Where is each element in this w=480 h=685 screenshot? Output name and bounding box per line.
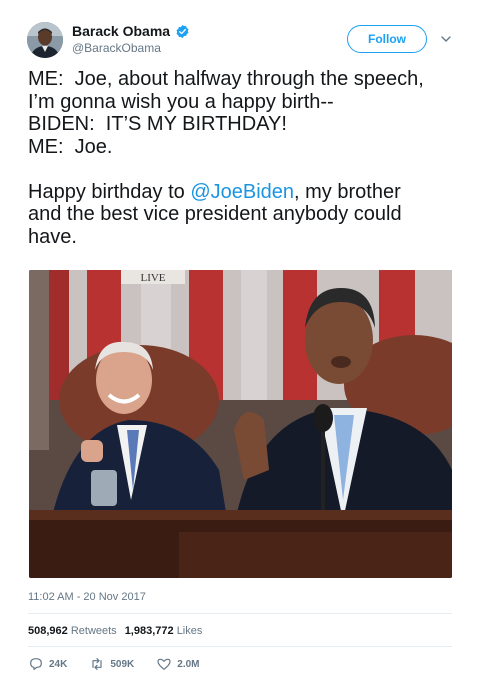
- likes-count: 1,983,772: [124, 625, 174, 637]
- tweet-media-image[interactable]: LIVE: [29, 270, 452, 578]
- tweet-line: and the best vice president anybody coul…: [28, 203, 402, 225]
- divider: [28, 613, 452, 614]
- author-name[interactable]: Barack Obama: [72, 23, 170, 39]
- tweet-line: ME: Joe.: [28, 135, 113, 158]
- tweet-timestamp[interactable]: 11:02 AM - 20 Nov 2017: [28, 591, 146, 603]
- retweet-count: 509K: [110, 658, 135, 670]
- author-name-row: Barack Obama: [72, 23, 190, 39]
- chevron-down-icon[interactable]: [440, 33, 452, 45]
- author-handle[interactable]: @BarackObama: [72, 41, 161, 55]
- heart-icon: [157, 658, 171, 670]
- tweet-line: ME: Joe, about halfway through the speec…: [28, 68, 424, 90]
- reply-button[interactable]: 24K: [28, 656, 67, 672]
- tweet-line: I’m gonna wish you a happy birth--: [28, 90, 334, 113]
- tweet-line: BIDEN: IT’S MY BIRTHDAY!: [28, 113, 287, 135]
- retweet-icon: [92, 658, 102, 670]
- likes-stat[interactable]: 1,983,772 Likes: [125, 625, 203, 637]
- media-photo: LIVE: [29, 270, 452, 578]
- tweet-line: have.: [28, 225, 77, 248]
- divider: [28, 646, 452, 647]
- live-sign-text: LIVE: [140, 272, 165, 284]
- tweet-text: ME: Joe, about halfway through the speec…: [28, 68, 458, 248]
- tweet-line-prefix: Happy birthday to: [28, 180, 191, 203]
- reply-count: 24K: [49, 658, 68, 670]
- retweet-button[interactable]: 509K: [89, 656, 134, 672]
- retweets-label: Retweets: [70, 625, 117, 637]
- avatar-image: [27, 22, 63, 58]
- tweet-stats: 508,962 Retweets 1,983,772 Likes: [28, 625, 202, 637]
- avatar[interactable]: [27, 22, 63, 58]
- like-count: 2.0M: [177, 658, 200, 670]
- retweets-stat[interactable]: 508,962 Retweets: [28, 625, 117, 637]
- tweet-header: Barack Obama @BarackObama Follow: [0, 0, 480, 62]
- retweets-count: 508,962: [28, 625, 68, 637]
- tweet-actions: 24K 509K 2.0M: [28, 656, 222, 672]
- like-button[interactable]: 2.0M: [156, 656, 200, 672]
- follow-button[interactable]: Follow: [347, 25, 427, 53]
- likes-label: Likes: [176, 625, 203, 637]
- mention-link[interactable]: @JoeBiden: [190, 181, 294, 203]
- tweet-line-suffix: , my brother: [294, 180, 401, 203]
- reply-icon: [30, 658, 42, 670]
- verified-badge-icon: [176, 24, 189, 38]
